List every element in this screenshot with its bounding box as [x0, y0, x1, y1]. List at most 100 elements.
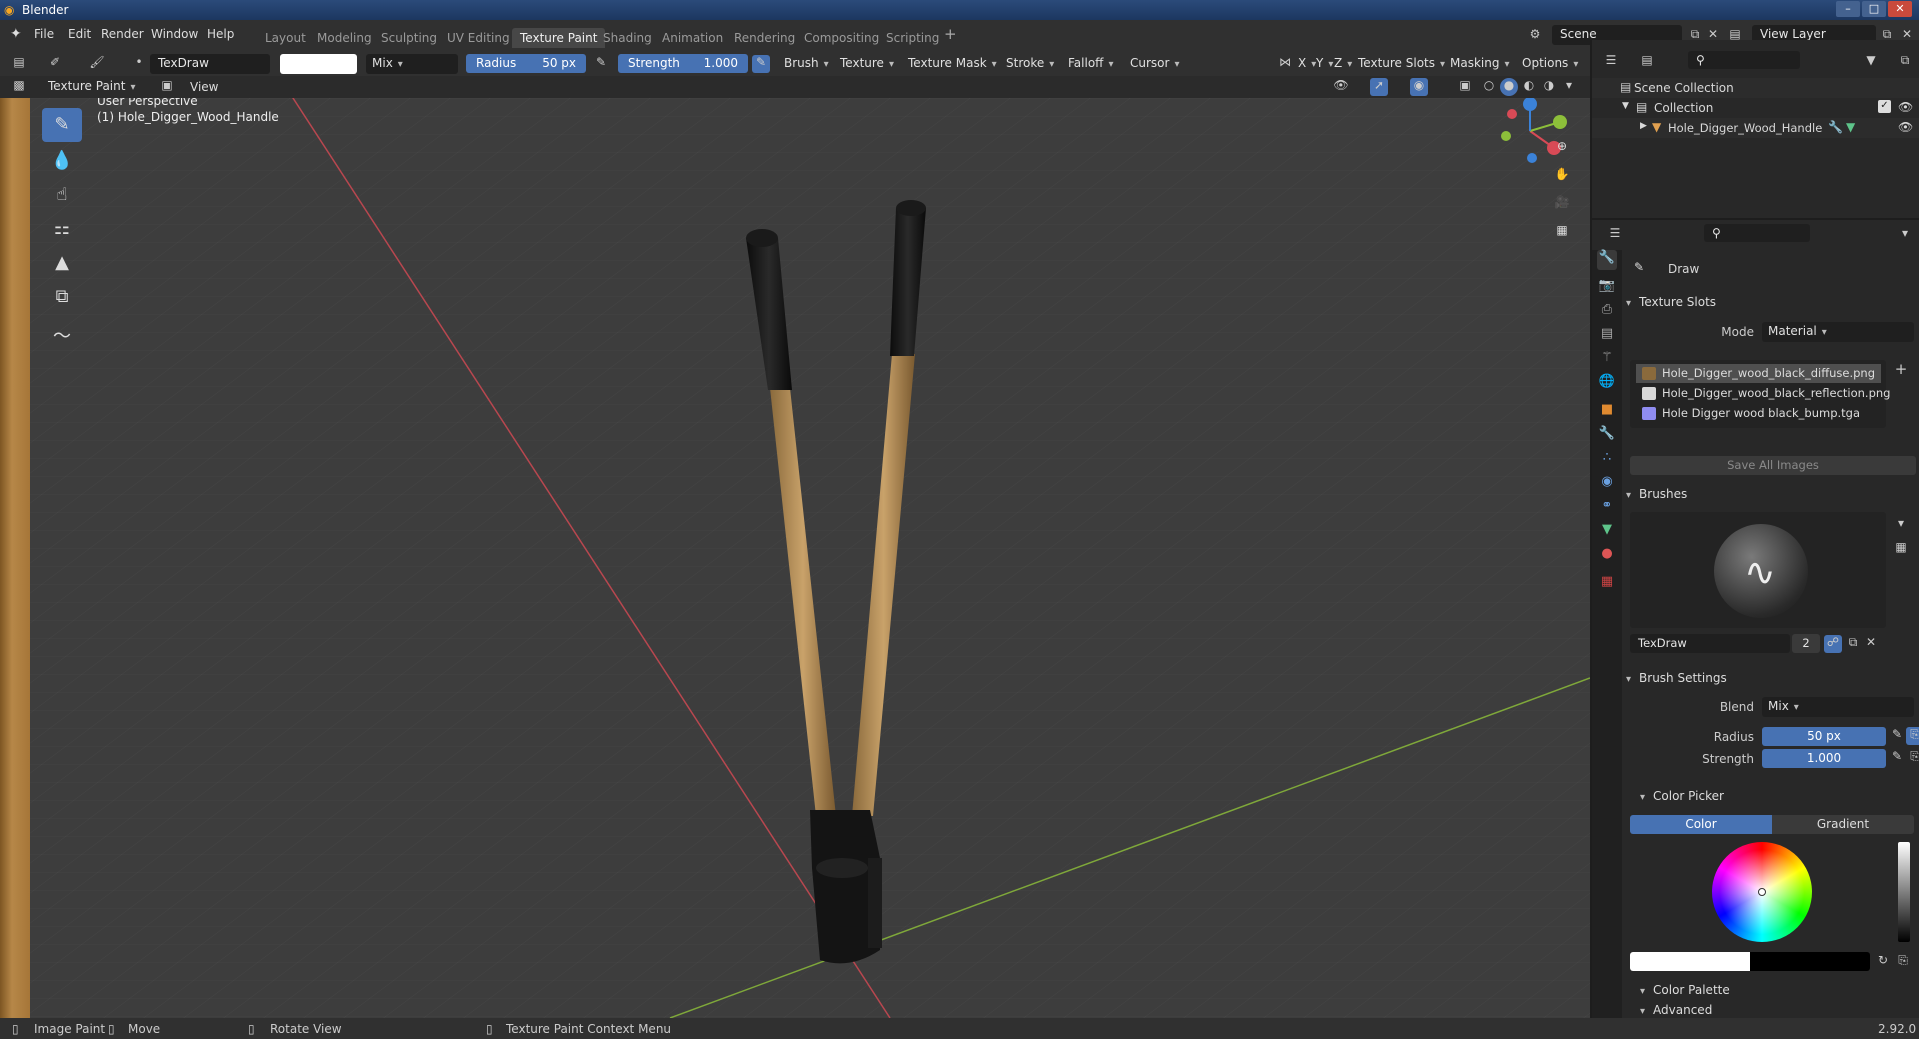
outliner-search-field[interactable]: ⚲: [1688, 51, 1800, 69]
view-layer-tab-icon[interactable]: ▤: [1597, 326, 1617, 346]
data-tab-icon[interactable]: ▼: [1597, 522, 1617, 542]
clone-tool-icon[interactable]: ⚏: [42, 212, 82, 246]
scene-browse-icon[interactable]: ⚙: [1526, 27, 1544, 45]
expand-arrow-icon[interactable]: ▼: [1622, 101, 1629, 111]
unlink-brush-icon[interactable]: ✕: [1862, 635, 1880, 653]
paint-mask-icon[interactable]: ▣: [158, 78, 176, 96]
tool-tab-icon[interactable]: 🔧: [1597, 250, 1617, 270]
strength-slider[interactable]: Strength 1.000: [618, 54, 748, 73]
pan-hand-icon[interactable]: ✋: [1550, 162, 1574, 186]
save-all-images-button[interactable]: Save All Images: [1630, 456, 1916, 475]
minimize-button[interactable]: –: [1836, 1, 1860, 17]
cursor-menu[interactable]: Cursor: [1124, 54, 1185, 74]
tab-uv-editing[interactable]: UV Editing: [439, 28, 518, 48]
slot-mode-dropdown[interactable]: Material: [1762, 322, 1914, 342]
tab-color[interactable]: Color: [1630, 815, 1772, 834]
tab-modeling[interactable]: Modeling: [309, 28, 380, 48]
menu-file[interactable]: File: [34, 27, 54, 41]
falloff-menu[interactable]: Falloff: [1062, 54, 1119, 74]
mask-tool-icon[interactable]: ⧉: [42, 280, 82, 314]
rendered-shading-icon[interactable]: ◑: [1540, 78, 1558, 96]
scene-tab-icon[interactable]: ⚚: [1597, 350, 1617, 370]
outliner-type-icon[interactable]: ☰: [1602, 53, 1620, 71]
radius-pressure-icon[interactable]: ✎: [592, 55, 610, 73]
blend-dropdown[interactable]: Mix: [1762, 697, 1914, 717]
strength-slider[interactable]: 1.000: [1762, 749, 1886, 768]
brush-browse-icon[interactable]: ▾: [1892, 516, 1910, 534]
texture-menu[interactable]: Texture: [834, 54, 900, 74]
texture-mask-menu[interactable]: Texture Mask: [902, 54, 1003, 74]
ortho-toggle-icon[interactable]: ▦: [1550, 218, 1574, 242]
output-tab-icon[interactable]: ⎙: [1597, 302, 1617, 322]
new-collection-icon[interactable]: ⧉: [1896, 53, 1914, 71]
tab-compositing[interactable]: Compositing: [796, 28, 887, 48]
tool-icon[interactable]: ✐: [46, 55, 64, 73]
texture-slots-header[interactable]: Texture Slots: [1626, 290, 1916, 314]
tab-layout[interactable]: Layout: [257, 28, 314, 48]
properties-options-icon[interactable]: ▾: [1896, 226, 1914, 244]
zoom-icon[interactable]: ⊕: [1550, 134, 1574, 158]
tab-sculpting[interactable]: Sculpting: [373, 28, 445, 48]
object-tab-icon[interactable]: ■: [1597, 402, 1617, 422]
symmetry-icon[interactable]: ⋈: [1276, 55, 1294, 73]
primary-color-swatch[interactable]: [1630, 952, 1750, 971]
modifier-tab-icon[interactable]: 🔧: [1597, 426, 1617, 446]
image-editor-strip[interactable]: [0, 98, 30, 1018]
smear-tool-icon[interactable]: ☝: [42, 178, 82, 212]
color-cursor[interactable]: [1758, 888, 1766, 896]
3d-viewport[interactable]: User Perspective (1) Hole_Digger_Wood_Ha…: [30, 98, 1590, 1018]
radius-slider[interactable]: 50 px: [1762, 727, 1886, 746]
modifier-icon[interactable]: 🔧: [1828, 120, 1843, 134]
fake-user-icon[interactable]: ☍: [1824, 635, 1842, 653]
fill-tool-icon[interactable]: ▲: [42, 246, 82, 280]
duplicate-brush-icon[interactable]: ⧉: [1844, 635, 1862, 653]
visibility-icon[interactable]: 👁: [1332, 78, 1350, 96]
collection-checkbox[interactable]: ✓: [1878, 100, 1891, 113]
options-menu[interactable]: Options: [1516, 54, 1584, 74]
xray-icon[interactable]: ▣: [1456, 78, 1474, 96]
outliner-row-scene-collection[interactable]: ▤ Scene Collection: [1592, 78, 1919, 98]
brush-menu[interactable]: Brush: [778, 54, 835, 74]
strength-unit-icon[interactable]: ⎘: [1906, 749, 1919, 767]
strength-pressure-icon[interactable]: ✎: [1888, 749, 1906, 767]
solid-shading-icon[interactable]: ●: [1500, 78, 1518, 96]
blend-dropdown[interactable]: Mix: [366, 54, 458, 74]
tab-shading[interactable]: Shading: [595, 28, 660, 48]
object-eye-icon[interactable]: 👁: [1898, 120, 1913, 134]
tab-scripting[interactable]: Scripting: [878, 28, 947, 48]
shading-options-icon[interactable]: ▾: [1560, 78, 1578, 96]
gizmo-toggle-icon[interactable]: ➚: [1370, 78, 1388, 96]
menu-edit[interactable]: Edit: [68, 27, 91, 41]
color-wheel[interactable]: [1712, 842, 1812, 942]
world-tab-icon[interactable]: 🌐: [1597, 374, 1617, 394]
brush-settings-header[interactable]: Brush Settings: [1626, 666, 1916, 690]
unified-color-icon[interactable]: ⎘: [1894, 953, 1912, 971]
stroke-menu[interactable]: Stroke: [1000, 54, 1060, 74]
filter-icon[interactable]: ▼: [1862, 53, 1880, 71]
brush-color-swatch[interactable]: [280, 54, 357, 74]
masking-menu[interactable]: Masking: [1444, 54, 1516, 74]
brush-icon[interactable]: 🖌: [88, 55, 106, 73]
expand-arrow-icon[interactable]: ▶: [1640, 121, 1647, 131]
view-menu[interactable]: View: [190, 80, 218, 94]
tab-animation[interactable]: Animation: [654, 28, 731, 48]
add-slot-icon[interactable]: +: [1892, 360, 1910, 378]
tab-texture-paint[interactable]: Texture Paint: [512, 28, 606, 48]
swap-colors-icon[interactable]: ↻: [1874, 953, 1892, 971]
texture-slot-diffuse[interactable]: Hole_Digger_wood_black_diffuse.png: [1636, 364, 1881, 383]
texture-tab-icon[interactable]: ▦: [1597, 574, 1617, 594]
draw-tool-icon[interactable]: ✎: [42, 108, 82, 142]
menu-window[interactable]: Window: [151, 27, 198, 41]
value-slider[interactable]: [1898, 842, 1910, 942]
constraints-tab-icon[interactable]: ⚭: [1597, 498, 1617, 518]
properties-search-field[interactable]: ⚲: [1704, 224, 1810, 242]
radius-pressure-icon[interactable]: ✎: [1888, 727, 1906, 745]
render-tab-icon[interactable]: 📷: [1597, 278, 1617, 298]
brush-name-field[interactable]: TexDraw: [150, 54, 270, 74]
mesh-data-icon[interactable]: ▼: [1846, 120, 1855, 134]
outliner-row-collection[interactable]: ▼ ▤ Collection ✓ 👁: [1592, 98, 1919, 118]
particles-tab-icon[interactable]: ∴: [1597, 450, 1617, 470]
brush-preview[interactable]: ∿: [1630, 512, 1886, 628]
add-workspace-button[interactable]: +: [944, 25, 957, 43]
camera-view-icon[interactable]: 🎥: [1550, 190, 1574, 214]
